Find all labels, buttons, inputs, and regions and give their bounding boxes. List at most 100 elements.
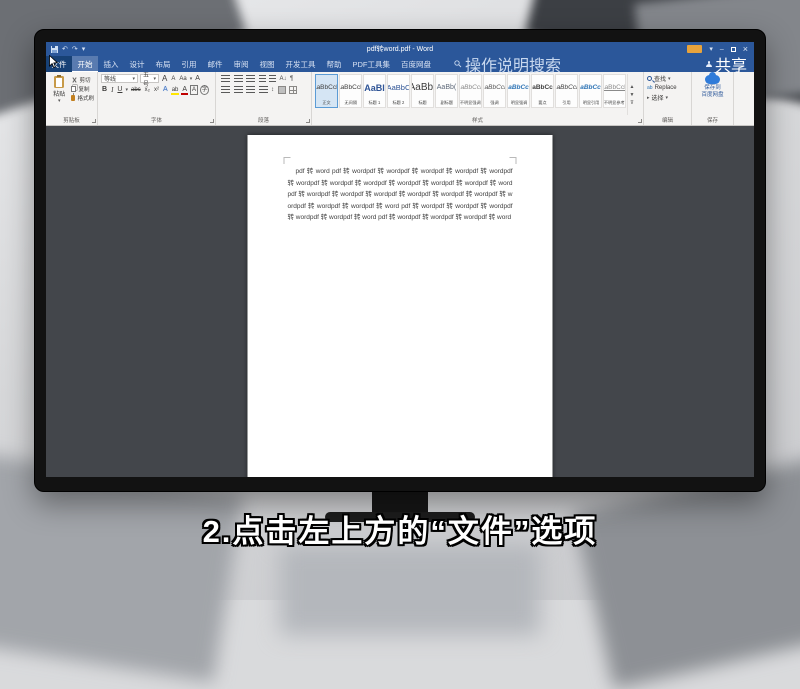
margin-mark-icon xyxy=(284,157,291,164)
align-left-icon[interactable] xyxy=(221,86,230,94)
ribbon-tab[interactable]: PDF工具集 xyxy=(347,56,396,72)
font-group-label: 字体 xyxy=(98,116,215,124)
subscript-button[interactable]: x₂ xyxy=(144,86,151,94)
grow-font-button[interactable]: A xyxy=(161,75,168,83)
superscript-button[interactable]: x² xyxy=(153,86,160,94)
copy-label: 复制 xyxy=(78,85,89,93)
gallery-more-icon[interactable]: ⊽ xyxy=(630,100,634,106)
underline-button[interactable]: U xyxy=(116,86,123,94)
shrink-font-button[interactable]: A xyxy=(170,75,176,83)
style-chip[interactable]: AaBbCcD 明显强调 xyxy=(507,74,530,108)
style-chip[interactable]: AaBbCcD 明显引用 xyxy=(579,74,602,108)
window-controls: ▾ – × xyxy=(687,45,754,54)
gallery-down-icon[interactable]: ▼ xyxy=(630,92,635,98)
ribbon-tab[interactable]: 邮件 xyxy=(202,56,228,72)
style-chip[interactable]: AaBbCcD 强调 xyxy=(483,74,506,108)
select-button[interactable]: ▸ 选择 ▾ xyxy=(647,93,688,102)
notification-badge[interactable] xyxy=(687,45,702,53)
cloud-icon[interactable] xyxy=(705,75,720,84)
bold-button[interactable]: B xyxy=(101,86,108,94)
font-family-combo[interactable]: 等线 ▾ xyxy=(101,74,138,83)
ribbon-tab[interactable]: 审阅 xyxy=(228,56,254,72)
save-icon[interactable] xyxy=(51,46,58,53)
strikethrough-button[interactable]: abc xyxy=(130,86,142,94)
highlight-color-button[interactable]: ab xyxy=(171,86,180,94)
style-chip[interactable]: AaBb( 标题 xyxy=(411,74,434,108)
style-sample: AaBbCcD xyxy=(555,75,578,100)
document-page[interactable]: pdf 转 word pdf 转 wordpdf 转 wordpdf 转 wor… xyxy=(248,135,553,477)
tell-me-search[interactable]: 操作说明搜索 xyxy=(454,56,561,72)
font-color-button[interactable]: A xyxy=(181,86,188,94)
style-sample: AaBb( xyxy=(411,75,434,100)
replace-button[interactable]: ab Replace xyxy=(647,85,688,91)
share-button[interactable]: 共享 xyxy=(706,56,754,72)
align-right-icon[interactable] xyxy=(246,86,255,94)
dialog-launcher-icon[interactable] xyxy=(638,119,642,123)
ribbon-tab[interactable]: 帮助 xyxy=(321,56,347,72)
style-chip[interactable]: AaBbCcD 正文 xyxy=(315,74,338,108)
style-gallery-scroll: ▲ ▼ ⊽ xyxy=(627,74,636,115)
dialog-launcher-icon[interactable] xyxy=(92,119,96,123)
style-name: 正文 xyxy=(322,100,330,106)
gallery-up-icon[interactable]: ▲ xyxy=(630,84,635,90)
baidu-save-line2[interactable]: 百度网盘 xyxy=(701,92,723,98)
undo-icon[interactable]: ↶ xyxy=(62,46,68,53)
borders-icon[interactable] xyxy=(289,86,297,94)
cut-button[interactable]: 剪切 xyxy=(71,76,94,84)
editing-group: 查找 ▾ ab Replace ▸ 选择 ▾ 编辑 xyxy=(644,72,692,125)
redo-icon[interactable]: ↷ xyxy=(72,46,78,53)
ribbon-tab[interactable]: 开始 xyxy=(72,56,98,72)
screen: ↶ ↷ ▾ pdf转word.pdf - Word ▾ – × 文件 xyxy=(46,42,754,477)
ribbon-tab[interactable]: 布局 xyxy=(150,56,176,72)
dialog-launcher-icon[interactable] xyxy=(210,119,214,123)
style-chip[interactable]: AaBbCcD 要点 xyxy=(531,74,554,108)
clear-formatting-button[interactable]: A xyxy=(194,75,201,83)
chevron-down-icon: ▾ xyxy=(190,77,193,81)
enclose-characters-button[interactable]: 字 xyxy=(200,85,209,95)
baidu-save-line1[interactable]: 保存到 xyxy=(704,85,721,91)
sort-icon[interactable]: A↓ xyxy=(280,75,287,83)
chevron-down-icon: ▾ xyxy=(132,77,135,81)
find-button[interactable]: 查找 ▾ xyxy=(647,74,688,83)
style-chip[interactable]: AaBI 标题 1 xyxy=(363,74,386,108)
ribbon-tab[interactable]: 百度网盘 xyxy=(396,56,437,72)
text-effects-button[interactable]: A xyxy=(162,86,169,94)
ribbon-options-icon[interactable]: ▾ xyxy=(709,46,713,53)
show-marks-icon[interactable]: ¶ xyxy=(290,75,293,83)
bullets-icon[interactable] xyxy=(221,75,230,83)
format-painter-button[interactable]: 格式刷 xyxy=(71,94,94,102)
ribbon-tab[interactable]: 视图 xyxy=(254,56,280,72)
paste-button[interactable]: 粘贴 ▾ xyxy=(49,74,69,115)
ribbon-tab[interactable]: 开发工具 xyxy=(280,56,321,72)
line-spacing-icon[interactable]: ↕ xyxy=(271,86,274,94)
numbering-icon[interactable] xyxy=(234,75,243,83)
increase-indent-icon[interactable] xyxy=(269,75,276,83)
style-chip[interactable]: AaBbCcD 不明显参考 xyxy=(603,74,626,108)
multilevel-list-icon[interactable] xyxy=(246,75,255,83)
style-sample: AaBbC xyxy=(387,75,410,100)
shading-icon[interactable] xyxy=(278,86,286,94)
restore-button[interactable] xyxy=(731,47,736,52)
style-chip[interactable]: AaBbCcD 不明显强调 xyxy=(459,74,482,108)
chevron-down-icon: ▾ xyxy=(125,88,128,92)
decrease-indent-icon[interactable] xyxy=(259,75,266,83)
copy-button[interactable]: 复制 xyxy=(71,85,94,93)
close-button[interactable]: × xyxy=(743,45,748,54)
style-chip[interactable]: AaBbC 标题 2 xyxy=(387,74,410,108)
align-center-icon[interactable] xyxy=(234,86,243,94)
font-size-combo[interactable]: 五号 ▾ xyxy=(140,74,159,83)
style-chip[interactable]: AaBbCcD 无间隔 xyxy=(339,74,362,108)
dialog-launcher-icon[interactable] xyxy=(306,119,310,123)
change-case-button[interactable]: Aa xyxy=(178,75,187,83)
style-chip[interactable]: AaBb( 副标题 xyxy=(435,74,458,108)
qat-customize-icon[interactable]: ▾ xyxy=(82,46,86,53)
italic-button[interactable]: I xyxy=(110,86,114,94)
style-chip[interactable]: AaBbCcD 引用 xyxy=(555,74,578,108)
justify-icon[interactable] xyxy=(259,86,268,94)
mouse-cursor xyxy=(49,55,59,69)
ribbon-tab[interactable]: 插入 xyxy=(98,56,124,72)
document-text[interactable]: pdf 转 word pdf 转 wordpdf 转 wordpdf 转 wor… xyxy=(288,166,513,224)
character-border-button[interactable]: A xyxy=(190,85,198,95)
ribbon-tab[interactable]: 引用 xyxy=(176,56,202,72)
minimize-button[interactable]: – xyxy=(720,46,724,53)
